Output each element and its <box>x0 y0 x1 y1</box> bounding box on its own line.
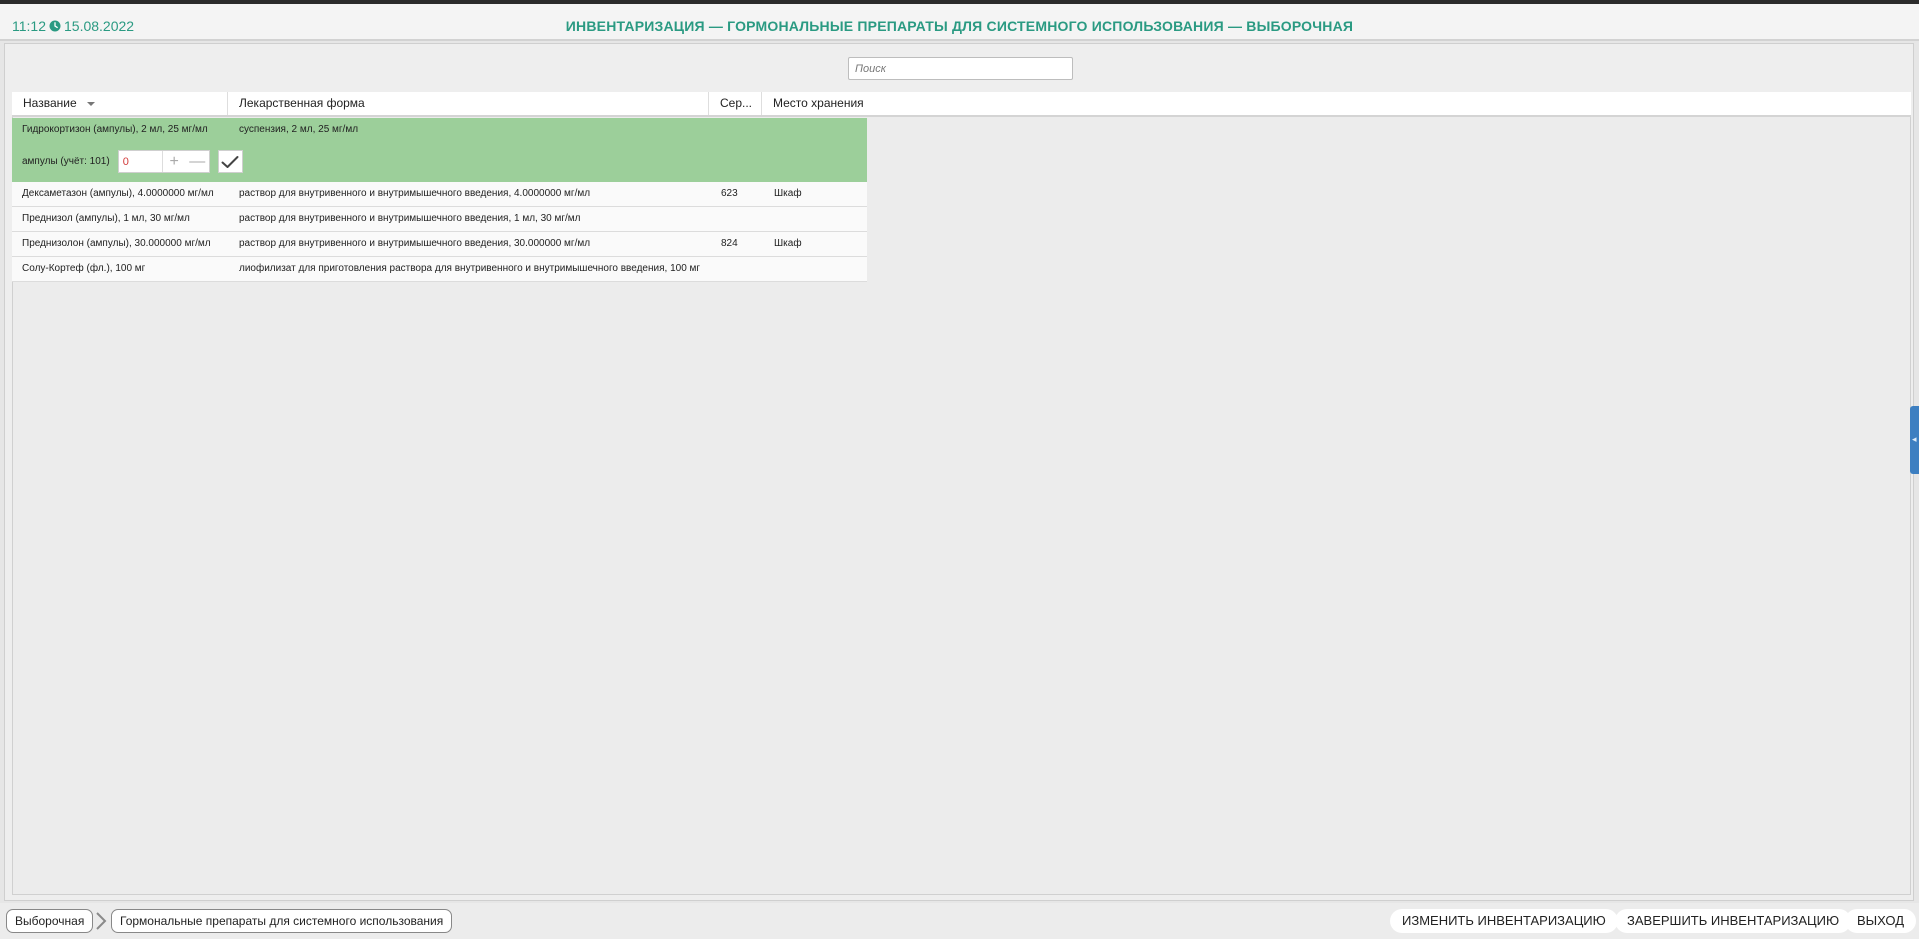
increment-button[interactable]: + <box>163 151 186 172</box>
footer-bar: Выборочная Гормональные препараты для си… <box>0 903 1919 939</box>
table-row[interactable]: Преднизол (ампулы), 1 мл, 30 мг/мл раств… <box>12 207 867 232</box>
side-panel-handle[interactable]: ◂ <box>1910 406 1919 474</box>
cell-series: 623 <box>721 188 738 199</box>
finish-inventory-button[interactable]: ЗАВЕРШИТЬ ИНВЕНТАРИЗАЦИЮ <box>1615 909 1852 933</box>
column-header-form[interactable]: Лекарственная форма <box>228 92 709 115</box>
cell-form: суспензия, 2 мл, 25 мг/мл <box>239 124 359 135</box>
check-icon <box>221 155 239 168</box>
cell-series: 824 <box>721 238 738 249</box>
quantity-label: ампулы (учёт: 101) <box>22 156 110 167</box>
quantity-input[interactable] <box>118 151 163 172</box>
column-header-name[interactable]: Название <box>12 92 228 115</box>
cell-storage: Шкаф <box>774 238 802 249</box>
quantity-stepper: + — <box>117 150 210 173</box>
sort-down-icon[interactable] <box>86 101 95 106</box>
breadcrumb-item-category[interactable]: Гормональные препараты для системного ис… <box>111 909 453 933</box>
page-title: ИНВЕНТАРИЗАЦИЯ — ГОРМОНАЛЬНЫЕ ПРЕПАРАТЫ … <box>565 18 1354 34</box>
table-row-selected[interactable]: Гидрокортизон (ампулы), 2 мл, 25 мг/мл с… <box>12 118 867 182</box>
table-row[interactable]: Дексаметазон (ампулы), 4.0000000 мг/мл р… <box>12 182 867 207</box>
cell-name: Гидрокортизон (ампулы), 2 мл, 25 мг/мл <box>22 124 208 135</box>
edit-inventory-button[interactable]: ИЗМЕНИТЬ ИНВЕНТАРИЗАЦИЮ <box>1390 909 1618 933</box>
cell-form: раствор для внутривенного и внутримышечн… <box>239 188 591 199</box>
table-row[interactable]: Преднизолон (ампулы), 30.000000 мг/мл ра… <box>12 232 867 257</box>
exit-button[interactable]: ВЫХОД <box>1845 909 1917 933</box>
cell-name: Преднизолон (ампулы), 30.000000 мг/мл <box>22 238 211 249</box>
cell-storage: Шкаф <box>774 188 802 199</box>
cell-form: лиофилизат для приготовления раствора дл… <box>239 263 701 274</box>
header-bar: 11:12 15.08.2022 ИНВЕНТАРИЗАЦИЯ — ГОРМОН… <box>0 4 1919 41</box>
cell-name: Преднизол (ампулы), 1 мл, 30 мг/мл <box>22 213 190 224</box>
cell-name: Дексаметазон (ампулы), 4.0000000 мг/мл <box>22 188 214 199</box>
collapse-icon: ◂ <box>1912 434 1917 444</box>
column-header-series[interactable]: Сер... <box>709 92 762 115</box>
table-row[interactable]: Солу-Кортеф (фл.), 100 мг лиофилизат для… <box>12 257 867 282</box>
column-header-name-label: Название <box>23 96 77 110</box>
decrement-button[interactable]: — <box>186 151 209 172</box>
breadcrumb-item-selective[interactable]: Выборочная <box>6 909 94 933</box>
column-header-storage[interactable]: Место хранения <box>762 92 1911 115</box>
cell-form: раствор для внутривенного и внутримышечн… <box>239 238 591 249</box>
confirm-button[interactable] <box>217 150 243 173</box>
chevron-right-icon <box>96 912 107 930</box>
quantity-editor: ампулы (учёт: 101) + — <box>22 150 243 173</box>
table-header: Название Лекарственная форма Сер... Мест… <box>12 92 1911 117</box>
cell-name: Солу-Кортеф (фл.), 100 мг <box>22 263 146 274</box>
cell-form: раствор для внутривенного и внутримышечн… <box>239 213 581 224</box>
search-input[interactable] <box>848 57 1073 80</box>
